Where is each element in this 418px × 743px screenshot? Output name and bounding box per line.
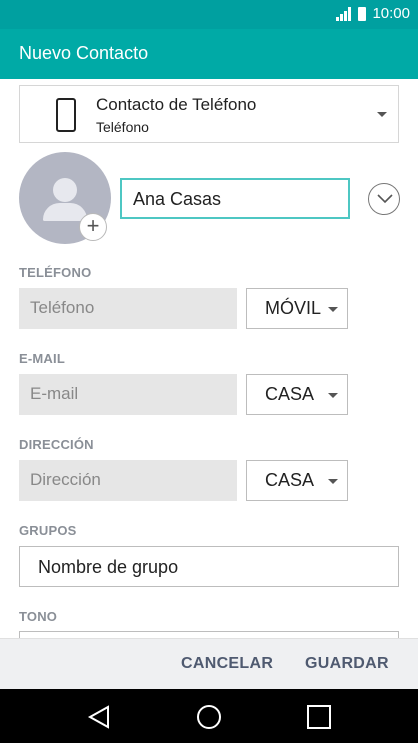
status-bar: 10:00 <box>0 0 418 29</box>
recents-icon[interactable] <box>304 702 334 732</box>
address-type-value: CASA <box>265 470 315 490</box>
groups-section-label: GRUPOS <box>19 523 77 538</box>
email-type-value: CASA <box>265 384 315 404</box>
dropdown-arrow-icon <box>328 479 338 484</box>
name-field[interactable]: Ana Casas <box>120 178 350 219</box>
expand-name-button[interactable] <box>368 183 400 215</box>
page-title: Nuevo Contacto <box>19 43 149 63</box>
address-section-label: DIRECCIÓN <box>19 437 94 452</box>
status-time: 10:00 <box>372 5 410 22</box>
contact-form[interactable]: Contacto de Teléfono Teléfono + Ana Casa… <box>0 79 418 638</box>
phone-type-select[interactable]: MÓVIL <box>246 288 348 329</box>
phone-section-label: TELÉFONO <box>19 265 92 280</box>
group-selector[interactable]: Nombre de grupo <box>19 546 399 587</box>
tone-selector[interactable] <box>19 631 399 638</box>
address-type-select[interactable]: CASA <box>246 460 348 501</box>
add-photo-button[interactable]: + <box>79 213 107 241</box>
tone-section-label: TONO <box>19 609 58 624</box>
dropdown-arrow-icon <box>328 307 338 312</box>
cancel-button[interactable]: CANCELAR <box>181 655 273 673</box>
phone-icon <box>56 98 76 132</box>
email-type-select[interactable]: CASA <box>246 374 348 415</box>
chevron-down-icon <box>377 194 393 204</box>
navigation-bar <box>0 689 418 743</box>
account-selector[interactable]: Contacto de Teléfono Teléfono <box>19 85 399 143</box>
home-icon[interactable] <box>194 702 224 732</box>
signal-icon <box>336 6 352 21</box>
dropdown-arrow-icon <box>377 112 387 117</box>
app-bar: Nuevo Contacto <box>0 29 418 79</box>
back-icon[interactable] <box>84 702 114 732</box>
action-bar: CANCELAR GUARDAR <box>0 638 418 689</box>
status-right: 10:00 <box>336 5 410 22</box>
address-input[interactable]: Dirección <box>19 460 237 501</box>
avatar-placeholder-icon <box>53 178 77 202</box>
battery-icon <box>358 6 367 21</box>
phone-input[interactable]: Teléfono <box>19 288 237 329</box>
account-title: Contacto de Teléfono <box>96 95 257 114</box>
email-input[interactable]: E-mail <box>19 374 237 415</box>
save-button[interactable]: GUARDAR <box>305 655 389 673</box>
phone-type-value: MÓVIL <box>265 298 322 318</box>
dropdown-arrow-icon <box>328 393 338 398</box>
account-subtitle: Teléfono <box>96 119 149 135</box>
email-section-label: E-MAIL <box>19 351 65 366</box>
